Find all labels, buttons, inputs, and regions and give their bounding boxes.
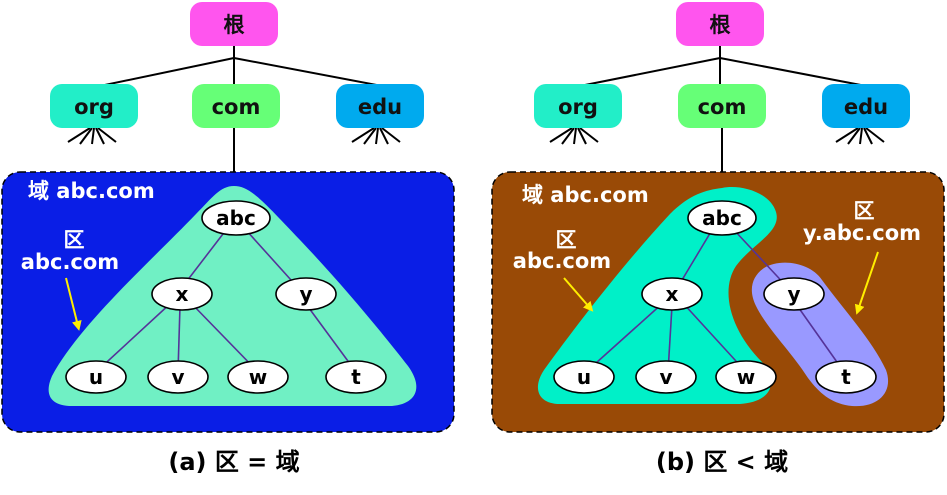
panel-a-zone-label-line1: 区 (64, 228, 85, 252)
panel-a-node-y-label: y (299, 282, 312, 306)
panel-b-com-node: com (678, 84, 766, 128)
panel-a-node-t-label: t (351, 365, 361, 389)
panel-b-node-v: v (635, 360, 697, 394)
panel-b-com-label: com (698, 95, 747, 119)
panel-a-node-w: w (227, 360, 289, 394)
panel-b-node-w: w (715, 360, 777, 394)
panel-b-edu-label: edu (844, 95, 888, 119)
panel-a: 根 org com edu 域 abc.com 区 abc.com abc x … (1, 2, 455, 476)
panel-b-root-label: 根 (710, 13, 731, 37)
panel-a-node-v: v (147, 360, 209, 394)
panel-a-org-node: org (50, 84, 138, 128)
panel-a-node-x-label: x (176, 282, 189, 306)
panel-b-node-abc: abc (687, 200, 757, 236)
panel-b-zone2-label-line1: 区 (854, 199, 875, 223)
panel-a-org-label: org (74, 95, 114, 119)
panel-b-org-node: org (534, 84, 622, 128)
panel-a-edu-label: edu (358, 95, 402, 119)
panel-a-com-node: com (192, 84, 280, 128)
panel-a-node-abc: abc (201, 200, 271, 236)
panel-a-edu-node: edu (336, 84, 424, 128)
panel-a-node-u: u (65, 360, 127, 394)
dns-zone-diagram: 根 org com edu 域 abc.com 区 abc.com abc x … (1, 2, 945, 476)
panel-b-node-t: t (815, 360, 877, 394)
panel-b-edu-node: edu (822, 84, 910, 128)
panel-b-node-t-label: t (841, 365, 851, 389)
panel-a-domain-label: 域 abc.com (28, 179, 155, 203)
panel-a-com-label: com (212, 95, 261, 119)
panel-b-node-y-label: y (787, 282, 800, 306)
panel-a-root-node: 根 (190, 2, 278, 46)
panel-a-node-abc-label: abc (216, 206, 256, 230)
panel-b-node-x-label: x (666, 282, 679, 306)
panel-a-root-label: 根 (224, 13, 245, 37)
panel-a-node-t: t (325, 360, 387, 394)
panel-b-node-abc-label: abc (702, 206, 742, 230)
panel-b-zone2-label-line2: y.abc.com (803, 221, 921, 245)
panel-b-node-x: x (641, 277, 703, 311)
panel-a-node-x: x (151, 277, 213, 311)
panel-a-node-w-label: w (249, 365, 267, 389)
panel-b-zone1-label-line2: abc.com (513, 249, 611, 273)
panel-b-node-y: y (763, 277, 825, 311)
panel-b-node-u: u (553, 360, 615, 394)
panel-a-node-y: y (275, 277, 337, 311)
panel-a-node-u-label: u (89, 365, 103, 389)
panel-a-caption: (a) 区 = 域 (168, 448, 299, 476)
panel-a-zone-label-line2: abc.com (21, 250, 119, 274)
panel-b-node-v-label: v (659, 365, 672, 389)
panel-b: 根 org com edu 域 abc.com 区 abc.com 区 y.ab… (491, 2, 945, 476)
panel-b-node-w-label: w (737, 365, 755, 389)
panel-b-org-label: org (558, 95, 598, 119)
panel-a-node-v-label: v (171, 365, 184, 389)
panel-b-domain-label: 域 abc.com (522, 183, 649, 207)
panel-b-node-u-label: u (577, 365, 591, 389)
panel-b-root-node: 根 (676, 2, 764, 46)
panel-b-caption: (b) 区 < 域 (656, 448, 788, 476)
